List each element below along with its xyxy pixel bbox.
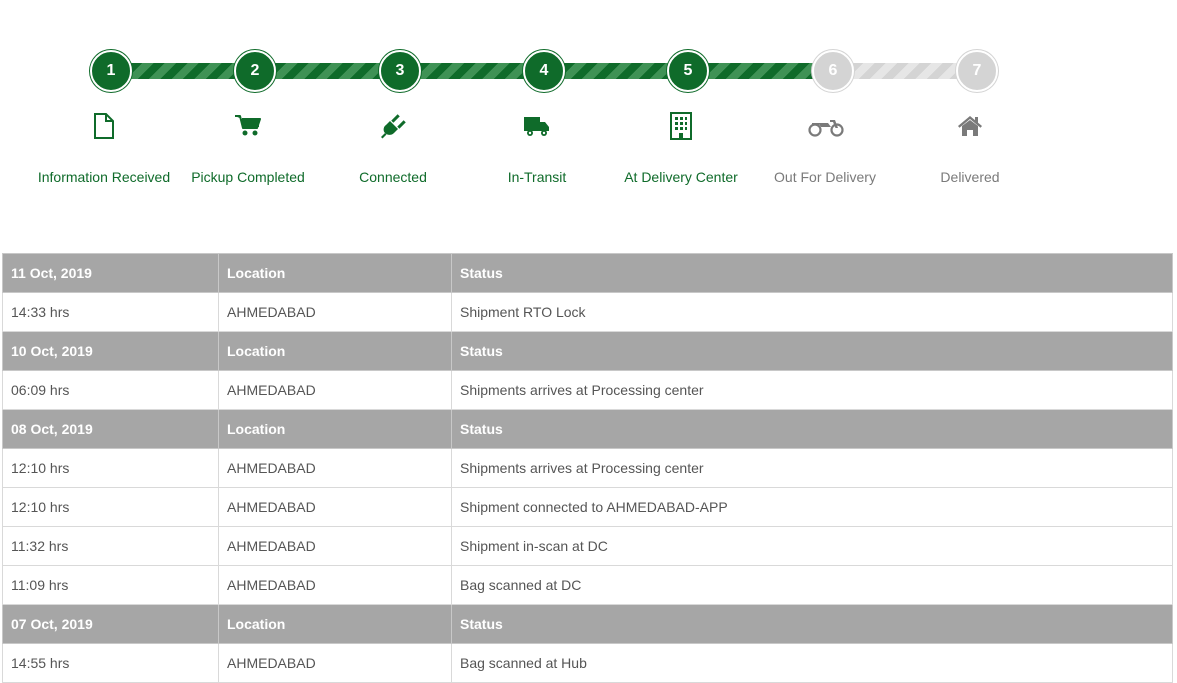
event-location: AHMEDABAD (218, 526, 452, 566)
motorcycle-icon (806, 112, 846, 140)
home-icon (950, 112, 990, 140)
progress-connector-2-3 (275, 63, 383, 79)
step-label-information-received: Information Received (37, 169, 171, 185)
table-row: 11:32 hrs AHMEDABAD Shipment in-scan at … (2, 526, 1173, 566)
event-status: Shipments arrives at Processing center (451, 370, 1173, 410)
plug-icon (373, 112, 413, 140)
event-location: AHMEDABAD (218, 643, 452, 683)
progress-connector-4-5 (564, 63, 672, 79)
step-label-at-delivery-center: At Delivery Center (624, 169, 738, 185)
building-icon (661, 112, 701, 140)
event-status: Bag scanned at Hub (451, 643, 1173, 683)
event-location: AHMEDABAD (218, 448, 452, 488)
event-status: Shipment RTO Lock (451, 292, 1173, 332)
location-column-header: Location (218, 604, 452, 644)
status-column-header: Status (451, 409, 1173, 449)
event-time: 12:10 hrs (2, 448, 219, 488)
table-row: 12:10 hrs AHMEDABAD Shipments arrives at… (2, 448, 1173, 488)
step-circle-5: 5 (667, 50, 709, 92)
date-header-row: 10 Oct, 2019 Location Status (2, 331, 1173, 371)
status-column-header: Status (451, 331, 1173, 371)
table-row: 11:09 hrs AHMEDABAD Bag scanned at DC (2, 565, 1173, 605)
progress-connector-6-7 (852, 63, 960, 79)
location-column-header: Location (218, 253, 452, 293)
tracking-history-table: 11 Oct, 2019 Location Status 14:33 hrs A… (2, 253, 1173, 683)
step-label-connected: Connected (359, 169, 427, 185)
event-location: AHMEDABAD (218, 487, 452, 527)
date-header-row: 11 Oct, 2019 Location Status (2, 253, 1173, 293)
date-header: 11 Oct, 2019 (2, 253, 219, 293)
table-row: 14:55 hrs AHMEDABAD Bag scanned at Hub (2, 643, 1173, 683)
date-header: 10 Oct, 2019 (2, 331, 219, 371)
event-location: AHMEDABAD (218, 565, 452, 605)
step-circle-4: 4 (523, 50, 565, 92)
date-header-row: 08 Oct, 2019 Location Status (2, 409, 1173, 449)
table-row: 12:10 hrs AHMEDABAD Shipment connected t… (2, 487, 1173, 527)
status-column-header: Status (451, 253, 1173, 293)
step-circle-7: 7 (956, 50, 998, 92)
location-column-header: Location (218, 331, 452, 371)
event-status: Shipment connected to AHMEDABAD-APP (451, 487, 1173, 527)
location-column-header: Location (218, 409, 452, 449)
document-icon (84, 112, 124, 140)
step-circle-1: 1 (90, 50, 132, 92)
event-status: Shipment in-scan at DC (451, 526, 1173, 566)
progress-connector-1-2 (131, 63, 239, 79)
date-header: 07 Oct, 2019 (2, 604, 219, 644)
event-location: AHMEDABAD (218, 370, 452, 410)
truck-icon (517, 112, 557, 140)
progress-connector-3-4 (419, 63, 527, 79)
step-circle-6: 6 (812, 50, 854, 92)
event-time: 14:33 hrs (2, 292, 219, 332)
table-row: 06:09 hrs AHMEDABAD Shipments arrives at… (2, 370, 1173, 410)
shipment-progress-tracker: 1 Information Received 2 Pickup Complete… (0, 0, 1177, 230)
event-status: Shipments arrives at Processing center (451, 448, 1173, 488)
event-status: Bag scanned at DC (451, 565, 1173, 605)
step-circle-2: 2 (234, 50, 276, 92)
date-header-row: 07 Oct, 2019 Location Status (2, 604, 1173, 644)
event-time: 14:55 hrs (2, 643, 219, 683)
status-column-header: Status (451, 604, 1173, 644)
event-time: 11:32 hrs (2, 526, 219, 566)
date-header: 08 Oct, 2019 (2, 409, 219, 449)
step-label-in-transit: In-Transit (507, 169, 567, 185)
event-location: AHMEDABAD (218, 292, 452, 332)
event-time: 11:09 hrs (2, 565, 219, 605)
progress-connector-5-6 (708, 63, 816, 79)
event-time: 06:09 hrs (2, 370, 219, 410)
cart-icon (228, 112, 268, 140)
step-circle-3: 3 (379, 50, 421, 92)
table-row: 14:33 hrs AHMEDABAD Shipment RTO Lock (2, 292, 1173, 332)
step-label-pickup-completed: Pickup Completed (191, 169, 305, 185)
step-label-delivered: Delivered (940, 169, 1000, 185)
event-time: 12:10 hrs (2, 487, 219, 527)
step-label-out-for-delivery: Out For Delivery (774, 169, 876, 185)
